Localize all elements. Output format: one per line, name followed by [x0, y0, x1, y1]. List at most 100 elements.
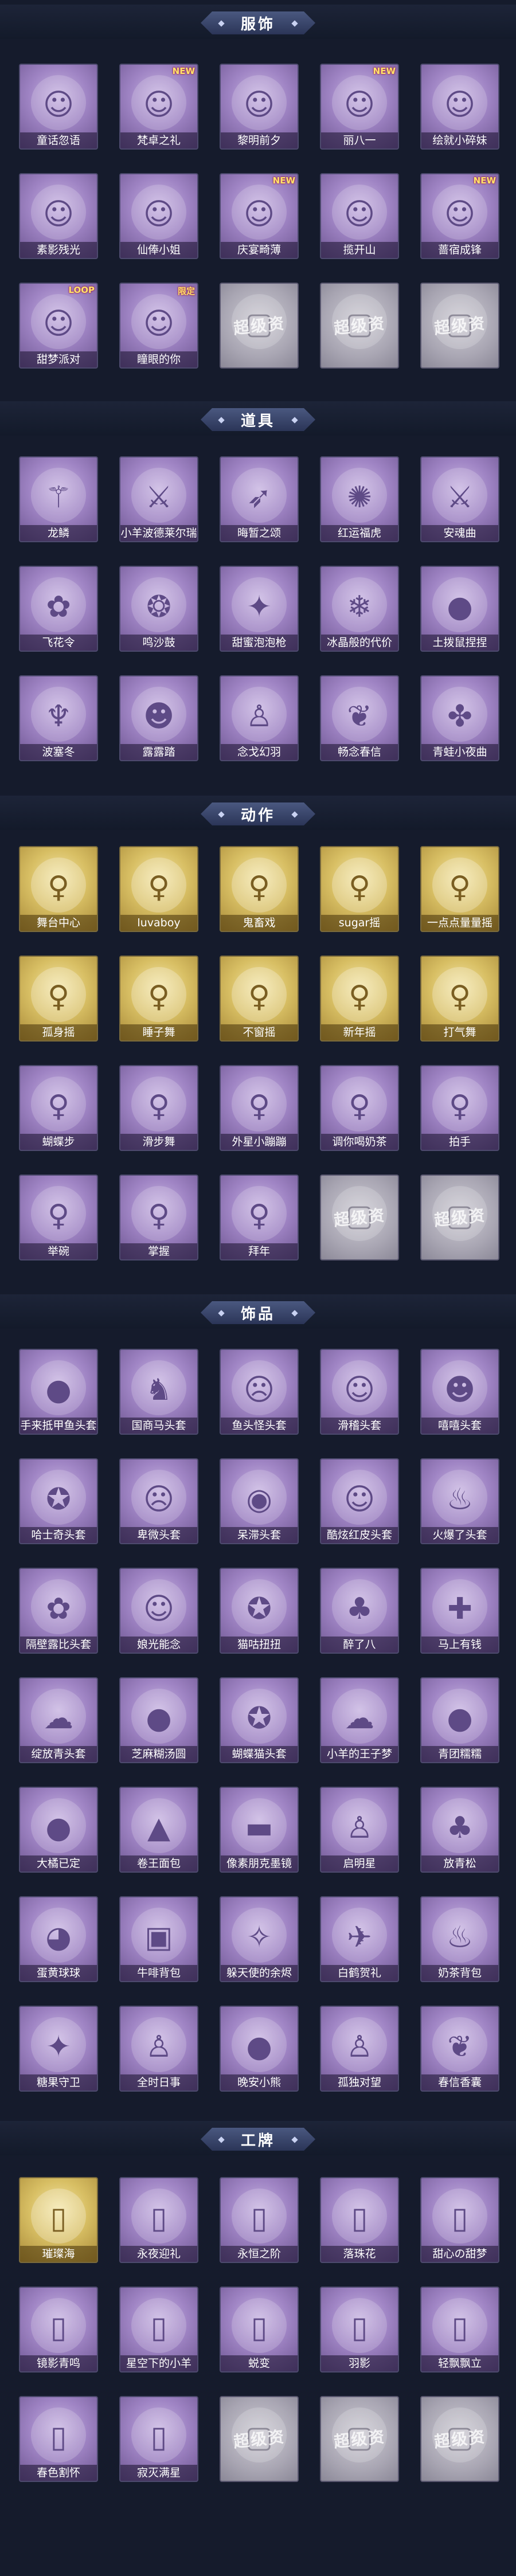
item-card[interactable]: ♀ 调你喝奶茶	[320, 1065, 399, 1151]
item-card[interactable]: ▯ 轻飘飘立	[420, 2287, 499, 2373]
item-card[interactable]: ▲ 卷王面包	[119, 1787, 198, 1873]
item-card[interactable]: ♀ 孤身摇	[19, 956, 98, 1042]
item-card[interactable]: ♀ 新年摇	[320, 956, 399, 1042]
item-card[interactable]: ♀ 舞台中心	[19, 846, 98, 932]
item-card[interactable]: ♀ luvaboy	[119, 846, 198, 932]
item-card[interactable]: ☺ NEW 梵卓之礼	[119, 64, 198, 150]
empty-item-slot[interactable]: ▢ 超级资	[420, 2396, 499, 2482]
item-card[interactable]: ☺ 仙俸小姐	[119, 173, 198, 259]
item-card[interactable]: ● 大橘已定	[19, 1787, 98, 1873]
item-card[interactable]: ▯ 星空下的小羊	[119, 2287, 198, 2373]
item-card[interactable]: ♣ 放青松	[420, 1787, 499, 1873]
item-card[interactable]: ♀ 拜年	[220, 1175, 299, 1260]
item-card[interactable]: ✿ 隔壁露比头套	[19, 1568, 98, 1654]
item-card[interactable]: ▯ 羽影	[320, 2287, 399, 2373]
item-card[interactable]: ☁ 小羊的王子梦	[320, 1677, 399, 1763]
item-card[interactable]: ▯ 落珠花	[320, 2177, 399, 2263]
item-card[interactable]: ☻ 嘻嘻头套	[420, 1349, 499, 1435]
item-card[interactable]: ☺ 黎明前夕	[220, 64, 299, 150]
item-card[interactable]: ☁ 绽放青头套	[19, 1677, 98, 1763]
item-card[interactable]: ☺ 揽开山	[320, 173, 399, 259]
empty-item-slot[interactable]: ▢ 超级资	[320, 283, 399, 369]
item-card[interactable]: ♀ 外星小蹦蹦	[220, 1065, 299, 1151]
item-card[interactable]: ▯ 甜心の甜梦	[420, 2177, 499, 2263]
item-card[interactable]: ⚚ 龙鳞	[19, 456, 98, 542]
item-card[interactable]: ♙ 念戈幻羽	[220, 675, 299, 761]
item-card[interactable]: ♀ 打气舞	[420, 956, 499, 1042]
item-card[interactable]: ☺ 限定 瞳眼的你	[119, 283, 198, 369]
item-card[interactable]: ☺ NEW 蔷宿成锋	[420, 173, 499, 259]
empty-item-slot[interactable]: ▢ 超级资	[320, 1175, 399, 1260]
item-card[interactable]: ⚔ 安魂曲	[420, 456, 499, 542]
item-card[interactable]: ✈ 白鹤贺礼	[320, 1896, 399, 1982]
item-card[interactable]: ♀ 举碗	[19, 1175, 98, 1260]
item-card[interactable]: ☺ LOOP 甜梦派对	[19, 283, 98, 369]
item-card[interactable]: ▬ 像素朋克墨镜	[220, 1787, 299, 1873]
item-card[interactable]: ◕ 蛋黄球球	[19, 1896, 98, 1982]
item-card[interactable]: ☺ 绘就小碎妹	[420, 64, 499, 150]
item-card[interactable]: ▯ 永恒之阶	[220, 2177, 299, 2263]
item-card[interactable]: ♞ 国商马头套	[119, 1349, 198, 1435]
item-card[interactable]: ❄ 冰晶般的代价	[320, 566, 399, 652]
item-card[interactable]: ▯ 镜影青鸣	[19, 2287, 98, 2373]
item-card[interactable]: ✤ 青蛙小夜曲	[420, 675, 499, 761]
item-card[interactable]: ✺ 红运福虎	[320, 456, 399, 542]
item-card[interactable]: ✧ 躲天使的余烬	[220, 1896, 299, 1982]
item-card[interactable]: ⚔ 小羊波德莱尔瑞	[119, 456, 198, 542]
item-card[interactable]: ✦ 甜蜜泡泡枪	[220, 566, 299, 652]
item-card[interactable]: ● 芝麻糊汤圆	[119, 1677, 198, 1763]
item-card[interactable]: ✪ 猫咕扭扭	[220, 1568, 299, 1654]
empty-item-slot[interactable]: ▢ 超级资	[420, 1175, 499, 1260]
item-card[interactable]: ✪ 哈士奇头套	[19, 1458, 98, 1544]
item-card[interactable]: ▯ 寂灭满星	[119, 2396, 198, 2482]
item-card[interactable]: ♆ 波塞冬	[19, 675, 98, 761]
item-card[interactable]: ♙ 全时日事	[119, 2006, 198, 2092]
item-card[interactable]: ☺ 滑稽头套	[320, 1349, 399, 1435]
item-card[interactable]: ♨ 火爆了头套	[420, 1458, 499, 1544]
item-card[interactable]: ☹ 卑微头套	[119, 1458, 198, 1544]
empty-item-slot[interactable]: ▢ 超级资	[320, 2396, 399, 2482]
item-card[interactable]: ♀ 拍手	[420, 1065, 499, 1151]
item-card[interactable]: ● 手来抵甲鱼头套	[19, 1349, 98, 1435]
item-card[interactable]: ● 晚安小熊	[220, 2006, 299, 2092]
item-card[interactable]: ♀ 睡子舞	[119, 956, 198, 1042]
item-card[interactable]: ☺ NEW 丽八一	[320, 64, 399, 150]
item-card[interactable]: ♙ 孤独对望	[320, 2006, 399, 2092]
item-card[interactable]: ✦ 糖果守卫	[19, 2006, 98, 2092]
item-card[interactable]: ♀ 蝴蝶步	[19, 1065, 98, 1151]
empty-item-slot[interactable]: ▢ 超级资	[220, 2396, 299, 2482]
item-card[interactable]: ☺ 娘光能念	[119, 1568, 198, 1654]
item-card[interactable]: ● 土拨鼠捏捏	[420, 566, 499, 652]
item-card[interactable]: ♨ 奶茶背包	[420, 1896, 499, 1982]
item-card[interactable]: ♀ 鬼畜戏	[220, 846, 299, 932]
item-card[interactable]: ◉ 呆滞头套	[220, 1458, 299, 1544]
item-card[interactable]: ✿ 飞花令	[19, 566, 98, 652]
item-card[interactable]: ✚ 马上有钱	[420, 1568, 499, 1654]
item-card[interactable]: ☺ NEW 庆宴畸薄	[220, 173, 299, 259]
item-card[interactable]: ▣ 牛啡背包	[119, 1896, 198, 1982]
item-card[interactable]: ♣ 醉了八	[320, 1568, 399, 1654]
item-card[interactable]: ▯ 璀璨海	[19, 2177, 98, 2263]
item-card[interactable]: ❦ 春信香囊	[420, 2006, 499, 2092]
item-card[interactable]: ● 青团糯糯	[420, 1677, 499, 1763]
item-card[interactable]: ☻ 露露踏	[119, 675, 198, 761]
item-card[interactable]: ☺ 童话忽语	[19, 64, 98, 150]
item-card[interactable]: ▯ 蜕变	[220, 2287, 299, 2373]
item-card[interactable]: ♀ 掌握	[119, 1175, 198, 1260]
item-card[interactable]: ❦ 畅念春信	[320, 675, 399, 761]
item-card[interactable]: ♀ 不窗摇	[220, 956, 299, 1042]
item-card[interactable]: ➶ 晦暂之颂	[220, 456, 299, 542]
item-card[interactable]: ♙ 启明星	[320, 1787, 399, 1873]
empty-item-slot[interactable]: ▢ 超级资	[220, 283, 299, 369]
empty-item-slot[interactable]: ▢ 超级资	[420, 283, 499, 369]
item-card[interactable]: ▯ 永夜迎礼	[119, 2177, 198, 2263]
item-card[interactable]: ☹ 鱼头怪头套	[220, 1349, 299, 1435]
item-card[interactable]: ▯ 春色割怀	[19, 2396, 98, 2482]
item-card[interactable]: ♀ sugar摇	[320, 846, 399, 932]
item-card[interactable]: ✪ 蝴蝶猫头套	[220, 1677, 299, 1763]
item-card[interactable]: ♀ 滑步舞	[119, 1065, 198, 1151]
item-card[interactable]: ♀ 一点点量量摇	[420, 846, 499, 932]
item-card[interactable]: ☺ 酷炫红皮头套	[320, 1458, 399, 1544]
item-card[interactable]: ❂ 鸣沙鼓	[119, 566, 198, 652]
item-card[interactable]: ☺ 素影残光	[19, 173, 98, 259]
